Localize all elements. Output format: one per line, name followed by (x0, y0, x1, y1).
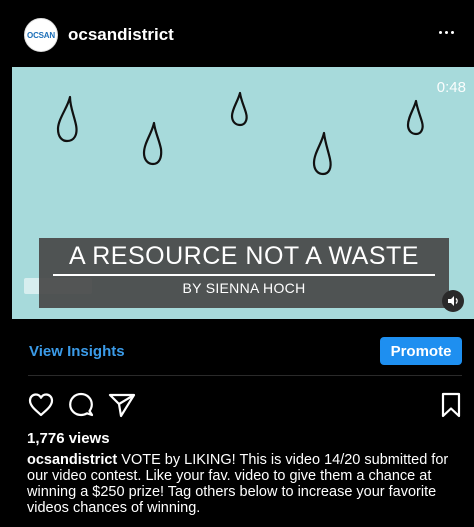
view-insights-link[interactable]: View Insights (29, 343, 125, 360)
post-actions (0, 386, 474, 422)
divider (28, 375, 462, 376)
video-duration: 0:48 (436, 79, 466, 96)
speaker-icon[interactable] (442, 290, 464, 312)
video-player[interactable]: 0:48 A RESOURCE NOT A WASTE BY SIENNA HO… (12, 67, 474, 319)
send-icon[interactable] (107, 390, 137, 420)
bookmark-icon[interactable] (436, 390, 466, 420)
caption-username[interactable]: ocsandistrict (27, 452, 117, 468)
comment-icon[interactable] (66, 390, 96, 420)
post-header: OCSAN ocsandistrict (0, 0, 474, 60)
heart-icon[interactable] (26, 390, 56, 420)
video-title: A RESOURCE NOT A WASTE (69, 242, 419, 270)
post-username[interactable]: ocsandistrict (68, 25, 174, 45)
video-subtitle: BY SIENNA HOCH (182, 280, 306, 296)
avatar-logo: OCSAN (27, 30, 55, 40)
title-underline (53, 274, 435, 276)
video-title-banner: A RESOURCE NOT A WASTE BY SIENNA HOCH (39, 238, 449, 308)
more-options-icon[interactable] (434, 22, 458, 42)
avatar[interactable]: OCSAN (24, 18, 58, 52)
view-count[interactable]: 1,776 views (27, 430, 110, 447)
post-caption: ocsandistrict VOTE by LIKING! This is vi… (27, 452, 459, 516)
insights-row: View Insights Promote (12, 331, 474, 375)
instagram-post: OCSAN ocsandistrict 0:48 A RESOURCE NOT … (0, 0, 474, 527)
promote-button[interactable]: Promote (380, 337, 462, 365)
